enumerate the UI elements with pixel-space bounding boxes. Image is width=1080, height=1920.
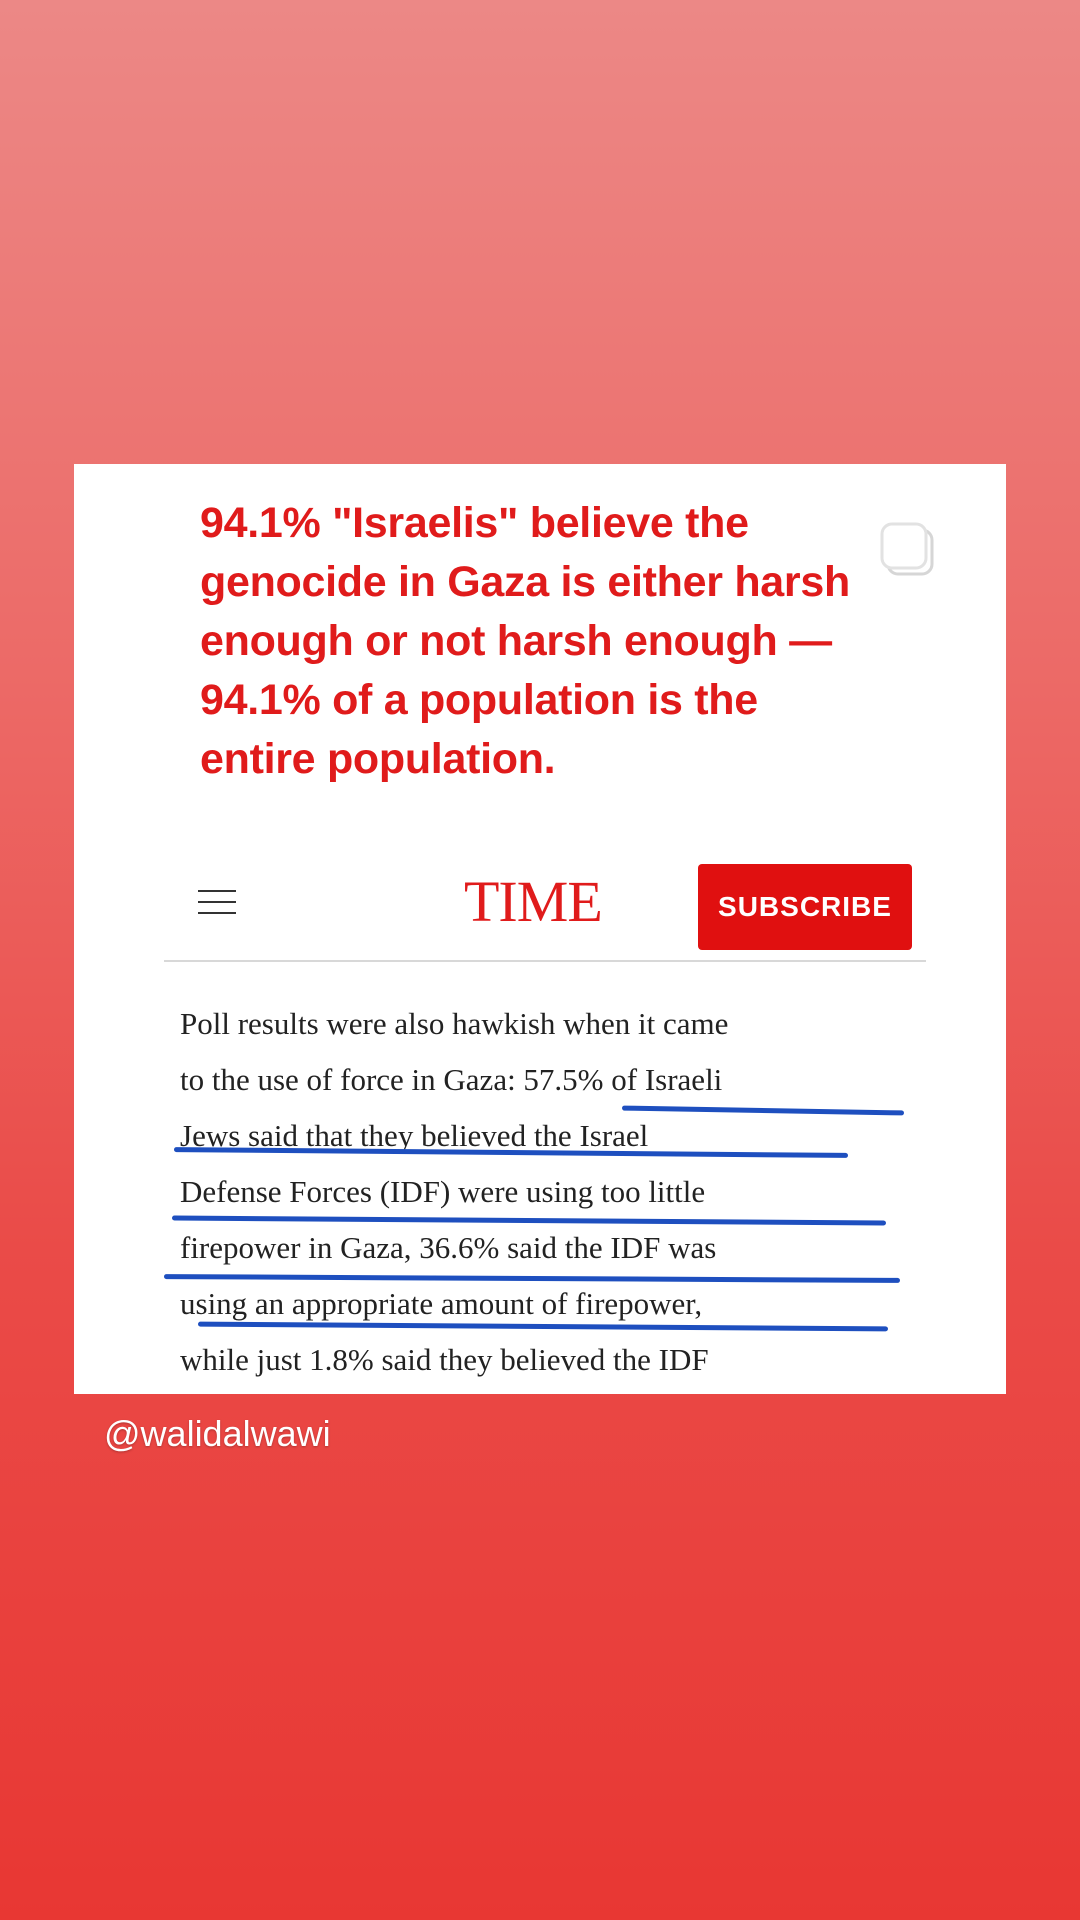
headline-line: 94.1% of a population is the	[200, 676, 758, 724]
headline-line: enough or not harsh enough —	[200, 617, 832, 665]
time-header: TIME SUBSCRIBE	[164, 860, 926, 960]
article-line: Defense Forces (IDF) were using too litt…	[180, 1174, 706, 1209]
hamburger-menu-icon[interactable]	[198, 890, 236, 918]
article-line: Poll results were also hawkish when it c…	[180, 1006, 729, 1041]
user-handle: @walidalwawi	[104, 1413, 331, 1454]
article-line: firepower in Gaza, 36.6% said the IDF wa…	[180, 1230, 717, 1265]
article-line: to the use of force in Gaza: 57.5% of Is…	[180, 1062, 723, 1097]
time-logo[interactable]: TIME	[464, 870, 603, 934]
subscribe-button[interactable]: SUBSCRIBE	[698, 864, 912, 950]
copy-icon[interactable]	[874, 520, 944, 590]
headline-line: entire population.	[200, 735, 556, 783]
article-line: while just 1.8% said they believed the I…	[180, 1342, 709, 1377]
headline-line: 94.1% "Israelis" believe the	[200, 499, 749, 547]
header-divider	[164, 960, 926, 962]
headline: 94.1% "Israelis" believe the genocide in…	[200, 494, 900, 789]
headline-line: genocide in Gaza is either harsh	[200, 558, 850, 606]
